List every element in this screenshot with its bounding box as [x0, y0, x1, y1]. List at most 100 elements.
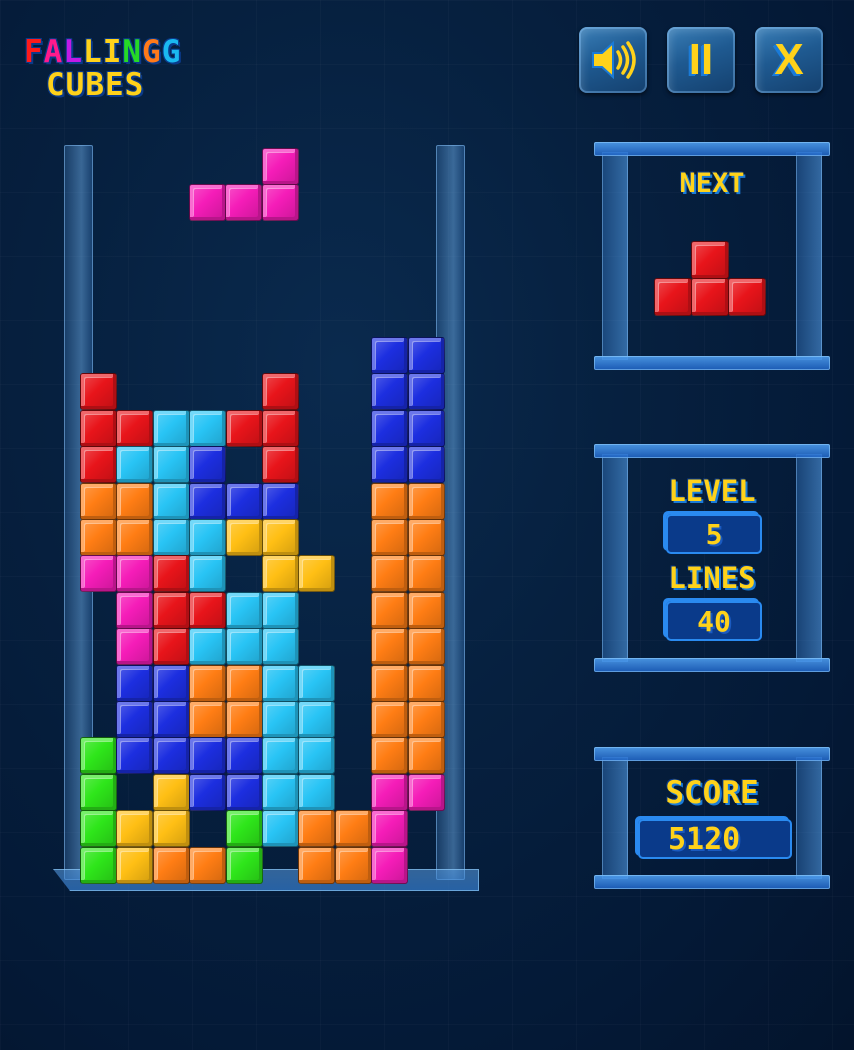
cube [261, 184, 299, 222]
cube [225, 409, 263, 447]
cube [116, 519, 154, 556]
cube [189, 628, 227, 666]
cube [371, 628, 409, 666]
cube [225, 482, 263, 520]
cube [407, 373, 445, 411]
cube [152, 591, 190, 629]
cube [152, 810, 190, 848]
cube [189, 737, 227, 775]
cube [371, 664, 409, 702]
cube [189, 701, 227, 738]
cube [262, 591, 299, 629]
next-piece-panel: NEXT [594, 142, 830, 370]
cube [298, 664, 336, 702]
cube [116, 409, 154, 447]
cube [407, 737, 445, 775]
cube [152, 664, 190, 702]
cube [189, 555, 227, 593]
level-label: LEVEL [668, 474, 756, 508]
cube [152, 446, 190, 484]
cube [262, 664, 299, 702]
cube [371, 591, 409, 629]
score-value: 5120 [638, 819, 792, 859]
cube [262, 446, 299, 484]
cube [152, 555, 190, 593]
level-value: 5 [666, 514, 762, 554]
cube [116, 591, 154, 629]
cube [189, 846, 227, 884]
cube [262, 482, 299, 520]
cube [189, 446, 227, 484]
cube [407, 628, 445, 666]
cube [371, 737, 409, 775]
cube [407, 773, 445, 811]
cube [152, 482, 190, 520]
cube [728, 278, 766, 316]
panel-top-bar [594, 747, 830, 761]
cube [225, 701, 263, 738]
cube [262, 737, 299, 775]
cube [262, 810, 299, 848]
cube [298, 555, 336, 593]
panel-top-bar [594, 444, 830, 458]
cube [261, 148, 299, 185]
cube [152, 409, 190, 447]
cube [225, 737, 263, 775]
cube [407, 701, 445, 738]
cube [371, 773, 409, 811]
cube [225, 664, 263, 702]
cube [407, 519, 445, 556]
cube [407, 337, 445, 374]
cube [80, 519, 117, 556]
cube [116, 701, 154, 738]
cube [189, 591, 227, 629]
cube [262, 628, 299, 666]
cube [262, 773, 299, 811]
cube [298, 773, 336, 811]
lines-label: LINES [668, 561, 756, 595]
cube [407, 446, 445, 484]
cube [80, 409, 117, 447]
cube [407, 555, 445, 593]
cube [371, 701, 409, 738]
cube [189, 184, 226, 222]
cube [262, 373, 299, 411]
cube [371, 555, 409, 593]
level-lines-panel: LEVEL 5 LINES 40 [594, 444, 830, 672]
cube [371, 373, 409, 411]
panel-top-bar [594, 142, 830, 156]
cube [654, 278, 692, 316]
cube [189, 773, 227, 811]
cube [152, 628, 190, 666]
cube [298, 810, 336, 848]
panel-bottom-bar [594, 356, 830, 370]
cube [116, 846, 154, 884]
cube [334, 846, 372, 884]
cube [80, 373, 117, 411]
cube [371, 409, 409, 447]
cube [407, 591, 445, 629]
cube [80, 555, 117, 593]
cube [189, 482, 227, 520]
cube [189, 409, 227, 447]
cube [371, 482, 409, 520]
cube [371, 810, 409, 848]
cube [152, 737, 190, 775]
cube [298, 846, 336, 884]
cube [225, 773, 263, 811]
cube [262, 409, 299, 447]
cube [225, 628, 263, 666]
panel-bottom-bar [594, 875, 830, 889]
cube [225, 846, 263, 884]
cube [371, 446, 409, 484]
cube [80, 737, 117, 775]
cube [371, 846, 409, 884]
cube [691, 241, 729, 279]
cube [262, 555, 299, 593]
cube [80, 846, 117, 884]
cube [152, 773, 190, 811]
cube [189, 519, 227, 556]
cube [116, 628, 154, 666]
cube [407, 664, 445, 702]
cube [80, 482, 117, 520]
